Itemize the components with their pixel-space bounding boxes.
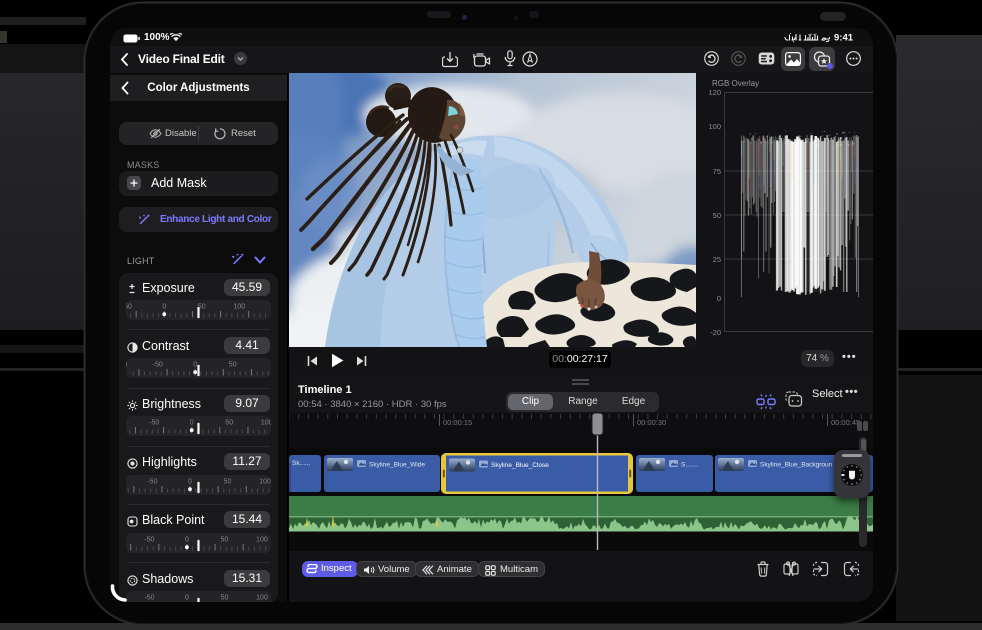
svg-text:0: 0 [185, 536, 189, 543]
svg-text:50: 50 [229, 362, 237, 369]
svg-text:100: 100 [261, 420, 271, 427]
svg-text:50: 50 [221, 536, 229, 543]
svg-text:120: 120 [708, 88, 721, 97]
svg-text:100: 100 [256, 595, 268, 602]
svg-text:00:00:45: 00:00:45 [831, 418, 860, 427]
svg-text:0: 0 [185, 595, 189, 602]
svg-text:25: 25 [713, 255, 721, 264]
svg-text:Skyline_Blue_Backgroun: Skyline_Blue_Backgroun [760, 462, 833, 469]
svg-text:100: 100 [233, 304, 245, 311]
svg-text:Skyline_Blue_Close: Skyline_Blue_Close [491, 462, 549, 469]
svg-text:50: 50 [713, 211, 721, 220]
svg-text:75: 75 [713, 167, 721, 176]
svg-text:-50: -50 [149, 420, 159, 427]
svg-text:-50: -50 [147, 478, 157, 485]
svg-text:100: 100 [256, 536, 268, 543]
svg-text:-50: -50 [144, 595, 154, 602]
svg-text:-50: -50 [126, 304, 132, 311]
svg-text:50: 50 [221, 595, 229, 602]
svg-text:100: 100 [708, 122, 721, 131]
svg-text:0: 0 [188, 478, 192, 485]
svg-text:S.......: S....... [681, 462, 698, 469]
svg-text:50: 50 [225, 420, 233, 427]
svg-text:-50: -50 [153, 362, 163, 369]
svg-text:0: 0 [162, 304, 166, 311]
svg-text:00:00:30: 00:00:30 [637, 418, 666, 427]
svg-text:00:00:15: 00:00:15 [443, 418, 472, 427]
svg-text:0: 0 [193, 362, 197, 369]
svg-text:-100: -100 [126, 362, 127, 369]
svg-text:-50: -50 [144, 536, 154, 543]
svg-text:50: 50 [224, 478, 232, 485]
svg-text:Skyline_Blue_Wide: Skyline_Blue_Wide [369, 462, 425, 469]
svg-text:-20: -20 [710, 328, 721, 337]
svg-text:9:41: 9:41 [834, 33, 854, 43]
svg-text:0: 0 [190, 420, 194, 427]
svg-text:0: 0 [717, 294, 721, 303]
svg-text:100: 100 [259, 478, 271, 485]
svg-text:Sk......: Sk...... [292, 460, 311, 467]
